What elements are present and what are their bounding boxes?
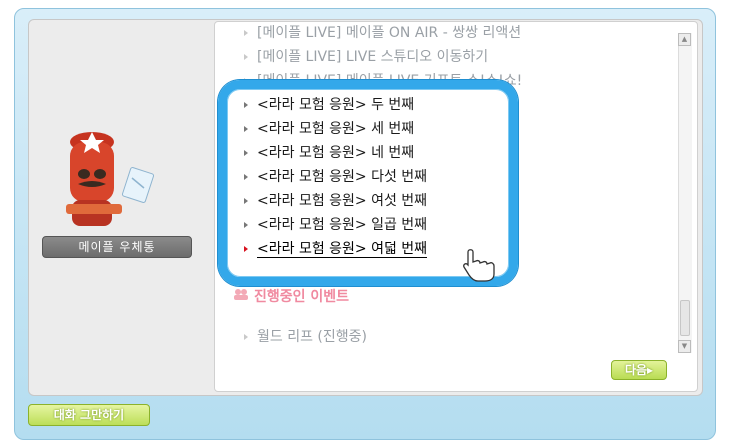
bullet-icon <box>244 54 248 60</box>
bullet-icon <box>244 126 248 132</box>
end-chat-button[interactable]: 대화 그만하기 <box>28 404 150 426</box>
npc-mailbox-character <box>66 132 155 226</box>
bullet-icon <box>244 222 248 228</box>
menu-item[interactable]: <라라 모험 응원> 여섯 번째 <box>244 190 427 212</box>
menu-item[interactable]: [메이플 LIVE] LIVE 스튜디오 이동하기 <box>244 46 488 68</box>
menu-item[interactable]: <라라 모험 응원> 다섯 번째 <box>244 166 427 188</box>
bullet-icon <box>244 334 248 340</box>
scroll-up-icon[interactable]: ▲ <box>678 33 691 46</box>
event-item[interactable]: 월드 리프 (진행중) <box>244 326 367 348</box>
group-icon <box>232 286 254 308</box>
event-heading: 진행중인 이벤트 <box>232 286 349 308</box>
menu-item-selected[interactable]: <라라 모험 응원> 여덟 번째 <box>244 238 428 260</box>
bullet-icon <box>244 246 248 252</box>
bullet-icon <box>244 102 248 108</box>
menu-item[interactable]: <라라 모험 응원> 네 번째 <box>244 142 414 164</box>
scrollbar-thumb[interactable] <box>680 300 690 336</box>
npc-name-label: 메이플 우체통 <box>42 236 192 258</box>
bullet-icon <box>244 198 248 204</box>
menu-item[interactable]: [메이플 LIVE] 메이플 ON AIR - 쌍쌍 리액션 <box>244 22 521 44</box>
bullet-icon <box>244 30 248 36</box>
hand-cursor-icon <box>463 249 495 282</box>
bullet-icon <box>244 174 248 180</box>
menu-item[interactable]: <라라 모험 응원> 두 번째 <box>244 94 414 116</box>
next-button[interactable]: 다음▸ <box>611 360 667 380</box>
menu-item[interactable]: <라라 모험 응원> 세 번째 <box>244 118 414 140</box>
scroll-down-icon[interactable]: ▼ <box>678 340 691 353</box>
bullet-icon <box>244 150 248 156</box>
menu-item[interactable]: <라라 모험 응원> 일곱 번째 <box>244 214 427 236</box>
